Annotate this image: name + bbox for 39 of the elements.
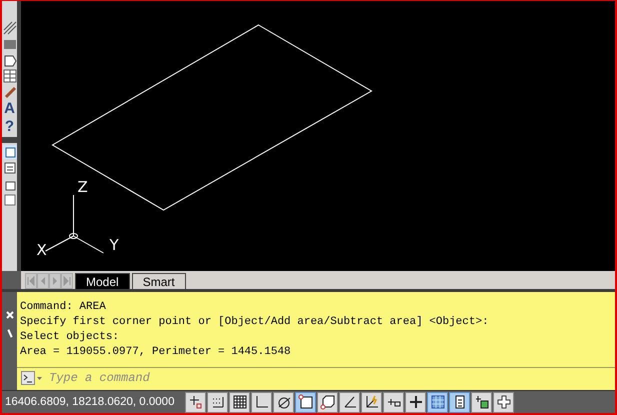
- inference-toggle-icon[interactable]: [185, 392, 206, 412]
- axis-label: Z: [78, 178, 88, 196]
- dynamic-input-toggle-icon[interactable]: [383, 392, 404, 412]
- axis-label: Y: [110, 236, 119, 254]
- coordinates-readout: 16406.6809, 18218.0620, 0.0000: [4, 396, 176, 408]
- grip-handle[interactable]: [2, 137, 17, 143]
- close-icon[interactable]: [4, 310, 14, 320]
- square-icon[interactable]: [2, 193, 16, 207]
- command-input-field[interactable]: Type a command: [47, 370, 615, 386]
- command-history-line: Area = 119055.0977, Perimeter = 1445.1548: [20, 345, 292, 360]
- ucs-axes-drawing: [45, 194, 104, 254]
- table-icon[interactable]: [2, 69, 16, 83]
- list-icon[interactable]: [2, 161, 16, 175]
- axes-toggle-icon[interactable]: [361, 392, 382, 412]
- layers-toggle-icon[interactable]: [471, 392, 492, 412]
- checker-toggle-icon[interactable]: [427, 392, 448, 412]
- object-snap-toggle-icon[interactable]: [295, 392, 316, 412]
- viewport-icon[interactable]: [2, 145, 16, 159]
- command-history-line: Select objects:: [20, 330, 120, 345]
- command-history-line: Command: AREA: [20, 300, 107, 315]
- axis-label: X: [36, 241, 47, 259]
- brush-icon[interactable]: [2, 85, 16, 99]
- tool-glyph[interactable]: A: [4, 101, 15, 117]
- ortho-toggle-icon[interactable]: [251, 392, 272, 412]
- cross-toggle-icon[interactable]: [493, 392, 514, 412]
- layout-tab[interactable]: Smart: [132, 273, 186, 289]
- plus-toggle-icon[interactable]: [405, 392, 426, 412]
- layout-tab[interactable]: Model: [75, 273, 130, 289]
- cube-snap-toggle-icon[interactable]: [317, 392, 338, 412]
- snap-toggle-icon[interactable]: [207, 392, 228, 412]
- command-history-line: Specify first corner point or [Object/Add area/Subtract area] <Object>:: [20, 315, 490, 330]
- polar-toggle-icon[interactable]: [273, 392, 294, 412]
- tool-glyph[interactable]: ?: [4, 119, 14, 135]
- grid-toggle-icon[interactable]: [229, 392, 250, 412]
- angle-toggle-icon[interactable]: [339, 392, 360, 412]
- calculator-toggle-icon[interactable]: [449, 392, 470, 412]
- hatch-icon[interactable]: [2, 21, 16, 35]
- region-icon[interactable]: [2, 53, 16, 67]
- command-prompt-icon[interactable]: [21, 371, 43, 385]
